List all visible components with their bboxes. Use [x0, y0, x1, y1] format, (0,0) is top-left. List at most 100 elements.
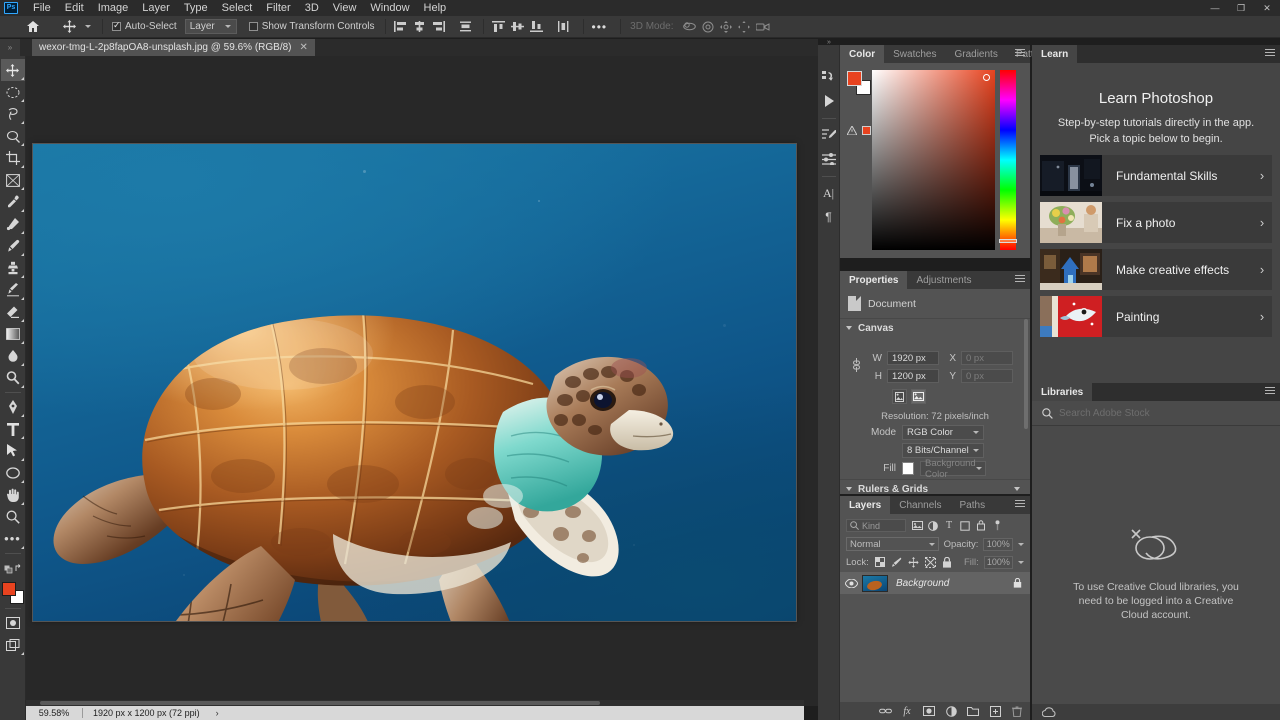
x-input[interactable]: 0 px [961, 351, 1013, 365]
eye-icon[interactable] [840, 578, 862, 588]
play-actions-icon[interactable] [819, 91, 839, 111]
tab-gradients[interactable]: Gradients [945, 45, 1006, 63]
menu-type[interactable]: Type [177, 0, 215, 16]
maximize-button[interactable]: ❐ [1228, 0, 1254, 16]
tool-preset-chevron-icon[interactable] [79, 17, 97, 37]
foreground-color-swatch[interactable] [1, 582, 16, 596]
show-transform-check[interactable] [248, 22, 258, 31]
panel-menu-icon[interactable] [1015, 275, 1025, 284]
filter-shape-icon[interactable] [958, 519, 972, 532]
type-tool[interactable] [1, 418, 25, 440]
libraries-search-bar[interactable]: Search Adobe Stock [1032, 401, 1280, 426]
auto-select-scope-select[interactable]: Layer [184, 19, 237, 34]
eyedropper-tool[interactable] [1, 191, 25, 213]
clone-stamp-tool[interactable] [1, 257, 25, 279]
learn-card-fundamental-skills[interactable]: Fundamental Skills › [1040, 155, 1272, 196]
ellipse-tool[interactable] [1, 462, 25, 484]
status-expand-arrow-icon[interactable]: › [210, 708, 219, 718]
lock-icon[interactable] [1013, 578, 1022, 588]
learn-card-painting[interactable]: Painting › [1040, 296, 1272, 337]
canvas-area[interactable] [26, 56, 818, 706]
document-canvas[interactable] [33, 144, 796, 621]
align-middle-v-icon[interactable] [508, 17, 527, 37]
menu-view[interactable]: View [326, 0, 364, 16]
layer-name[interactable]: Background [896, 578, 949, 589]
lock-image-icon[interactable] [891, 556, 903, 569]
menu-window[interactable]: Window [363, 0, 416, 16]
table-row[interactable]: Background [840, 572, 1030, 594]
pen-tool[interactable] [1, 396, 25, 418]
tab-swatches[interactable]: Swatches [884, 45, 945, 63]
lock-all-icon[interactable] [941, 556, 953, 569]
move-tool-icon[interactable] [60, 17, 79, 37]
hand-tool[interactable] [1, 484, 25, 506]
link-dimensions-icon[interactable] [852, 357, 861, 373]
bit-depth-select[interactable]: 8 Bits/Channel [902, 443, 984, 458]
fill-type-select[interactable]: Background Color [920, 458, 986, 480]
layer-filter-select[interactable]: Kind [846, 519, 906, 532]
tab-color[interactable]: Color [840, 45, 885, 63]
new-layer-icon[interactable] [988, 704, 1002, 718]
hue-slider-cursor[interactable] [999, 239, 1017, 243]
default-swap-colors-icon[interactable] [1, 557, 25, 579]
blur-tool[interactable] [1, 345, 25, 367]
align-center-h-icon[interactable] [410, 17, 429, 37]
height-input[interactable]: 1200 px [887, 369, 939, 383]
chevron-down-icon[interactable] [846, 487, 852, 491]
learn-card-fix-a-photo[interactable]: Fix a photo › [1040, 202, 1272, 243]
foreground-background-swatches[interactable] [1, 581, 25, 605]
frame-tool[interactable] [1, 169, 25, 191]
rulers-grids-section-header[interactable]: Rulers & Grids [846, 482, 1024, 496]
screen-mode-icon[interactable] [1, 634, 25, 656]
layer-thumbnail[interactable] [862, 574, 888, 592]
auto-select-check[interactable] [112, 20, 121, 31]
distribute-v-icon[interactable] [554, 17, 573, 37]
close-button[interactable]: ✕ [1254, 0, 1280, 16]
fill-input[interactable]: 100% [983, 555, 1014, 569]
hue-slider[interactable] [1000, 70, 1016, 250]
zoom-tool[interactable] [1, 506, 25, 528]
canvas-scroll-thumb[interactable] [40, 701, 600, 705]
spectrum-cursor[interactable] [983, 74, 990, 81]
move-tool[interactable] [0, 59, 25, 81]
panel-menu-icon[interactable] [1015, 49, 1025, 58]
path-selection-tool[interactable] [1, 440, 25, 462]
search-input[interactable]: Search Adobe Stock [1059, 408, 1150, 419]
quick-mask-icon[interactable] [1, 612, 25, 634]
learn-card-make-creative-effects[interactable]: Make creative effects › [1040, 249, 1272, 290]
add-mask-icon[interactable] [922, 704, 936, 718]
close-icon[interactable]: ✕ [300, 42, 308, 53]
color-swatches[interactable] [847, 71, 871, 95]
color-spectrum-field[interactable] [872, 70, 995, 250]
zoom-level[interactable]: 59.58% [26, 708, 82, 718]
paragraph-icon[interactable]: ¶ [819, 207, 839, 227]
fill-color-swatch[interactable] [902, 462, 914, 475]
home-icon[interactable] [22, 17, 44, 37]
gradient-tool[interactable] [1, 323, 25, 345]
opacity-input[interactable]: 100% [983, 537, 1013, 551]
panel-menu-icon[interactable] [1265, 387, 1275, 396]
layer-style-fx-icon[interactable]: fx [900, 704, 914, 718]
menu-file[interactable]: File [26, 0, 58, 16]
menu-layer[interactable]: Layer [135, 0, 177, 16]
crop-tool[interactable] [1, 147, 25, 169]
width-input[interactable]: 1920 px [887, 351, 939, 365]
align-left-icon[interactable] [391, 17, 410, 37]
menu-3d[interactable]: 3D [298, 0, 326, 16]
opacity-chevron-icon[interactable] [1018, 542, 1024, 546]
edit-toolbar-tool[interactable]: ••• [1, 528, 25, 550]
filter-smart-icon[interactable] [974, 519, 988, 532]
distribute-h-icon[interactable] [456, 17, 475, 37]
align-right-icon[interactable] [429, 17, 448, 37]
eraser-tool[interactable] [1, 301, 25, 323]
tab-learn[interactable]: Learn [1032, 45, 1078, 63]
panel-menu-icon[interactable] [1015, 500, 1025, 509]
delete-layer-icon[interactable] [1010, 704, 1024, 718]
adjustments-edit-icon[interactable] [819, 125, 839, 145]
lock-transparency-icon[interactable] [874, 556, 886, 569]
section-expand-chevron-icon[interactable] [1014, 487, 1020, 491]
menu-help[interactable]: Help [417, 0, 454, 16]
menu-edit[interactable]: Edit [58, 0, 91, 16]
panel-menu-icon[interactable] [1265, 49, 1275, 58]
history-icon[interactable] [819, 67, 839, 87]
